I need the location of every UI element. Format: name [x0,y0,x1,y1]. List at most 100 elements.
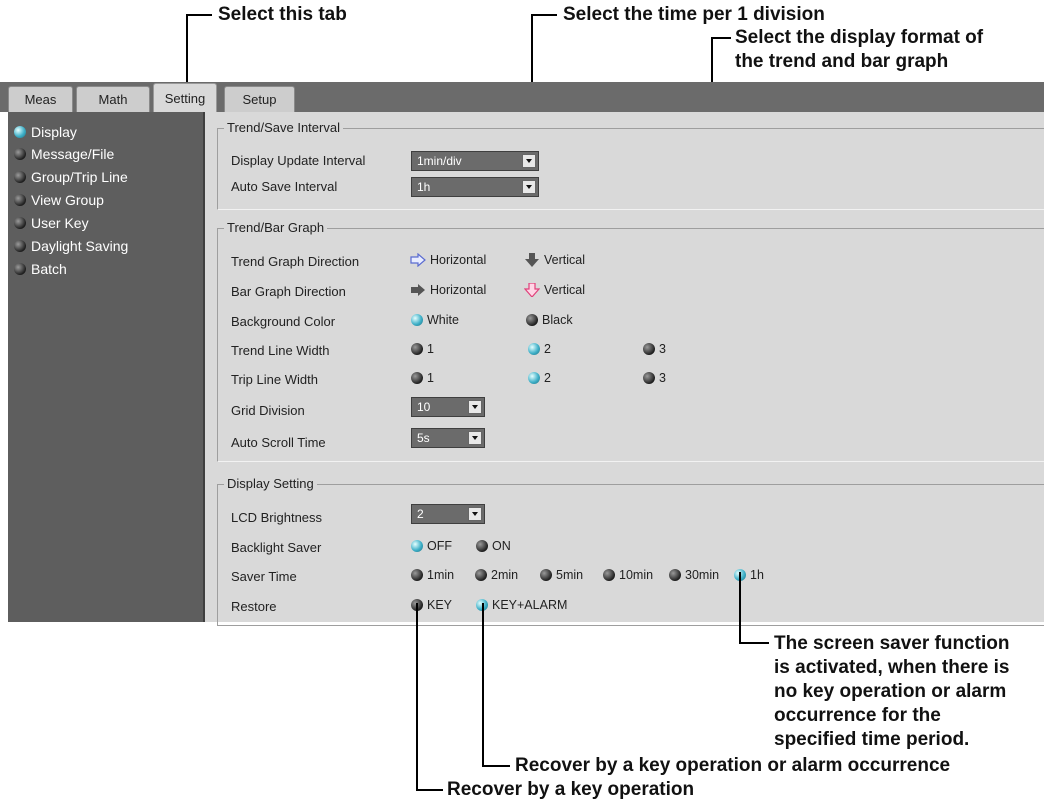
option-label: Vertical [544,253,585,267]
saver-time-2min-radio[interactable]: 2min [475,568,518,582]
trend-width-3-radio[interactable]: 3 [643,342,666,356]
grid-division-dropdown[interactable]: 10 [411,397,485,417]
backlight-on-radio[interactable]: ON [476,539,511,553]
bar-horizontal-option[interactable]: Horizontal [410,283,486,297]
led-indicator-off [14,239,26,252]
callout-select-tab: Select this tab [218,4,347,25]
saver-time-1min-radio[interactable]: 1min [411,568,454,582]
restore-label: Restore [231,599,277,614]
radio-off-icon [411,569,423,581]
tab-setting[interactable]: Setting [153,83,217,113]
option-label: KEY [427,598,453,612]
sidebar-item-display[interactable]: Display [14,121,77,142]
radio-off-icon [411,372,423,384]
group-title: Trend/Bar Graph [224,220,328,235]
trip-width-3-radio[interactable]: 3 [643,371,666,385]
radio-off-icon [643,343,655,355]
radio-off-icon [475,569,487,581]
option-label: 10min [619,568,654,582]
chevron-down-icon[interactable] [522,154,536,168]
dropdown-value: 5s [417,431,430,445]
led-indicator-off [14,216,26,229]
tab-setup[interactable]: Setup [224,86,295,112]
callout-saver-1: The screen saver function [774,633,1010,654]
sidebar-item-view-group[interactable]: View Group [14,189,104,210]
option-label: 2 [544,371,551,385]
radio-off-icon [603,569,615,581]
trip-width-2-radio[interactable]: 2 [528,371,551,385]
bar-vertical-option[interactable]: Vertical [524,283,585,297]
saver-time-label: Saver Time [231,569,297,584]
chevron-down-icon[interactable] [468,400,482,414]
option-label: 30min [685,568,720,582]
backlight-off-radio[interactable]: OFF [411,539,452,553]
tab-meas[interactable]: Meas [8,86,73,112]
chevron-down-icon[interactable] [468,431,482,445]
callout-saver-2: is activated, when there is [774,657,1010,678]
sidebar-item-group-trip-line[interactable]: Group/Trip Line [14,166,128,187]
option-label: Black [542,313,573,327]
leader-time-h [531,14,557,16]
leader-tab-h [186,14,212,16]
sidebar-item-label: Daylight Saving [31,237,129,254]
trend-width-2-radio[interactable]: 2 [528,342,551,356]
leader-key-v [416,603,418,790]
leader-key-h [416,789,443,791]
dropdown-value: 1min/div [417,154,462,168]
chevron-down-icon[interactable] [468,507,482,521]
bg-white-radio[interactable]: White [411,313,459,327]
callout-display-format-1: Select the display format of [735,27,984,48]
grid-division-label: Grid Division [231,403,305,418]
bg-black-radio[interactable]: Black [526,313,573,327]
leader-saver-h [739,642,769,644]
radio-off-icon [411,343,423,355]
saver-time-10min-radio[interactable]: 10min [603,568,653,582]
group-title: Trend/Save Interval [224,120,343,135]
trend-width-1-radio[interactable]: 1 [411,342,434,356]
group-trend-save-interval: Trend/Save Interval [217,120,1044,210]
callout-time-per-division: Select the time per 1 division [563,4,825,25]
callout-saver-5: specified time period. [774,729,970,750]
auto-scroll-label: Auto Scroll Time [231,435,326,450]
option-label: Horizontal [430,283,487,297]
callout-saver-4: occurrence for the [774,705,941,726]
sidebar-item-batch[interactable]: Batch [14,258,67,279]
auto-scroll-dropdown[interactable]: 5s [411,428,485,448]
callout-display-format-2: the trend and bar graph [735,51,949,72]
option-label: 1 [427,371,434,385]
radio-on-icon [528,372,540,384]
restore-key-alarm-radio[interactable]: KEY+ALARM [476,598,567,612]
lcd-brightness-dropdown[interactable]: 2 [411,504,485,524]
callout-recover-key: Recover by a key operation [447,779,695,800]
chevron-down-icon[interactable] [522,180,536,194]
settings-window: Meas Math Setting Setup Display Message/… [0,82,1044,626]
sidebar-item-user-key[interactable]: User Key [14,212,89,233]
radio-on-icon [411,540,423,552]
sidebar-item-daylight-saving[interactable]: Daylight Saving [14,235,128,256]
arrow-down-outline-icon [524,283,540,297]
sidebar-item-message-file[interactable]: Message/File [14,143,114,164]
tab-math[interactable]: Math [76,86,150,112]
radio-off-icon [526,314,538,326]
callout-recover-key-alarm: Recover by a key operation or alarm occu… [515,755,951,776]
arrow-right-solid-icon [411,284,425,296]
auto-save-label: Auto Save Interval [231,179,338,194]
saver-time-5min-radio[interactable]: 5min [540,568,583,582]
auto-save-dropdown[interactable]: 1h [411,177,539,197]
sidebar-item-label: View Group [31,191,104,208]
trend-vertical-option[interactable]: Vertical [524,253,585,267]
option-label: 2 [544,342,551,356]
radio-off-icon [669,569,681,581]
saver-time-30min-radio[interactable]: 30min [669,568,719,582]
trip-width-1-radio[interactable]: 1 [411,371,434,385]
sidebar-item-label: Batch [31,260,67,277]
tab-label: Setting [164,91,206,106]
arrow-down-solid-icon [525,253,539,267]
callout-saver-3: no key operation or alarm [774,681,1007,702]
trip-width-label: Trip Line Width [231,372,318,387]
leader-key-alarm-v [482,603,484,767]
option-label: 2min [491,568,519,582]
display-update-dropdown[interactable]: 1min/div [411,151,539,171]
trend-horizontal-option[interactable]: Horizontal [410,253,486,267]
sidebar: Display Message/File Group/Trip Line Vie… [8,112,205,622]
